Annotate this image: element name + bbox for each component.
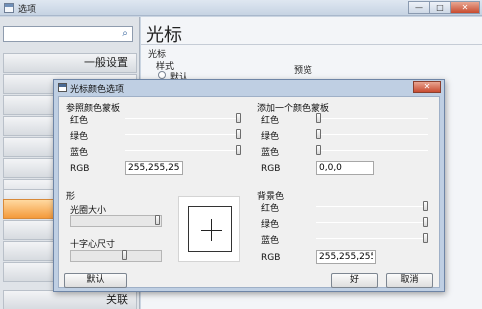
dialog-icon xyxy=(58,83,67,92)
crosshair-size-thumb[interactable] xyxy=(121,250,127,260)
crosshair-vertical-icon xyxy=(211,219,212,241)
add-red-label: 红色 xyxy=(261,116,280,126)
bg-green-thumb[interactable] xyxy=(423,217,428,227)
crosshair-size-slider[interactable] xyxy=(70,250,162,262)
dialog-close-button[interactable]: ✕ xyxy=(413,81,441,93)
shape-title: 形 xyxy=(66,192,76,202)
window-title: 选项 xyxy=(18,5,37,15)
add-blue-slider[interactable] xyxy=(316,150,428,151)
cursor-color-dialog: 光标颜色选项 ✕ 参照颜色蒙板 红色 绿色 蓝色 RGB 添加一个颜色蒙板 红色… xyxy=(53,79,445,292)
ref-rgb-label: RGB xyxy=(70,164,90,174)
bg-green-label: 绿色 xyxy=(261,220,280,230)
bg-blue-thumb[interactable] xyxy=(423,233,428,243)
bg-rgb-input[interactable] xyxy=(316,250,376,264)
app-icon xyxy=(4,3,14,13)
ref-green-label: 绿色 xyxy=(70,132,89,142)
divider xyxy=(141,44,482,45)
ref-green-slider[interactable] xyxy=(125,134,241,135)
ref-red-thumb[interactable] xyxy=(236,113,241,123)
add-blue-label: 蓝色 xyxy=(261,148,280,158)
dialog-titlebar: 光标颜色选项 ✕ xyxy=(54,80,444,95)
search-icon[interactable]: ⌕ xyxy=(119,28,131,40)
aperture-size-slider[interactable] xyxy=(70,215,162,227)
add-green-label: 绿色 xyxy=(261,132,280,142)
add-green-thumb[interactable] xyxy=(316,129,321,139)
sidebar-item-associations[interactable]: 关联 xyxy=(3,290,137,309)
bg-blue-slider[interactable] xyxy=(316,238,428,239)
cancel-button[interactable]: 取消 xyxy=(386,273,433,288)
preview-label: 预览 xyxy=(294,66,313,76)
ref-rgb-input[interactable] xyxy=(125,161,183,175)
window-controls: — □ ✕ xyxy=(408,1,480,14)
dialog-body: 参照颜色蒙板 红色 绿色 蓝色 RGB 添加一个颜色蒙板 红色 绿色 蓝色 RG… xyxy=(58,96,440,288)
default-radio[interactable] xyxy=(158,71,166,79)
bg-red-slider[interactable] xyxy=(316,206,428,207)
add-green-slider[interactable] xyxy=(316,134,428,135)
add-red-slider[interactable] xyxy=(316,118,428,119)
preview-frame xyxy=(188,206,232,252)
cursor-preview xyxy=(178,196,240,262)
dialog-title: 光标颜色选项 xyxy=(70,85,125,95)
ref-blue-slider[interactable] xyxy=(125,150,241,151)
search-input[interactable] xyxy=(6,28,116,40)
search-box: ⌕ xyxy=(3,26,133,42)
bg-red-thumb[interactable] xyxy=(423,201,428,211)
ref-red-slider[interactable] xyxy=(125,118,241,119)
minimize-button[interactable]: — xyxy=(408,1,430,14)
close-button[interactable]: ✕ xyxy=(450,1,480,14)
aperture-size-thumb[interactable] xyxy=(155,215,160,225)
sidebar-item-general[interactable]: 一般设置 xyxy=(3,53,137,73)
ref-red-label: 红色 xyxy=(70,116,89,126)
window-titlebar: 选项 — □ ✕ xyxy=(0,0,482,16)
add-red-thumb[interactable] xyxy=(316,113,321,123)
ref-green-thumb[interactable] xyxy=(236,129,241,139)
ref-blue-thumb[interactable] xyxy=(236,145,241,155)
add-blue-thumb[interactable] xyxy=(316,145,321,155)
add-rgb-label: RGB xyxy=(261,164,281,174)
maximize-button[interactable]: □ xyxy=(429,1,451,14)
default-button[interactable]: 默认 xyxy=(64,273,127,288)
bg-green-slider[interactable] xyxy=(316,222,428,223)
add-rgb-input[interactable] xyxy=(316,161,374,175)
bg-rgb-label: RGB xyxy=(261,253,281,263)
crosshair-size-label: 十字心尺寸 xyxy=(70,240,116,250)
ref-blue-label: 蓝色 xyxy=(70,148,89,158)
bg-blue-label: 蓝色 xyxy=(261,236,280,246)
ok-button[interactable]: 好 xyxy=(331,273,378,288)
bg-red-label: 红色 xyxy=(261,204,280,214)
